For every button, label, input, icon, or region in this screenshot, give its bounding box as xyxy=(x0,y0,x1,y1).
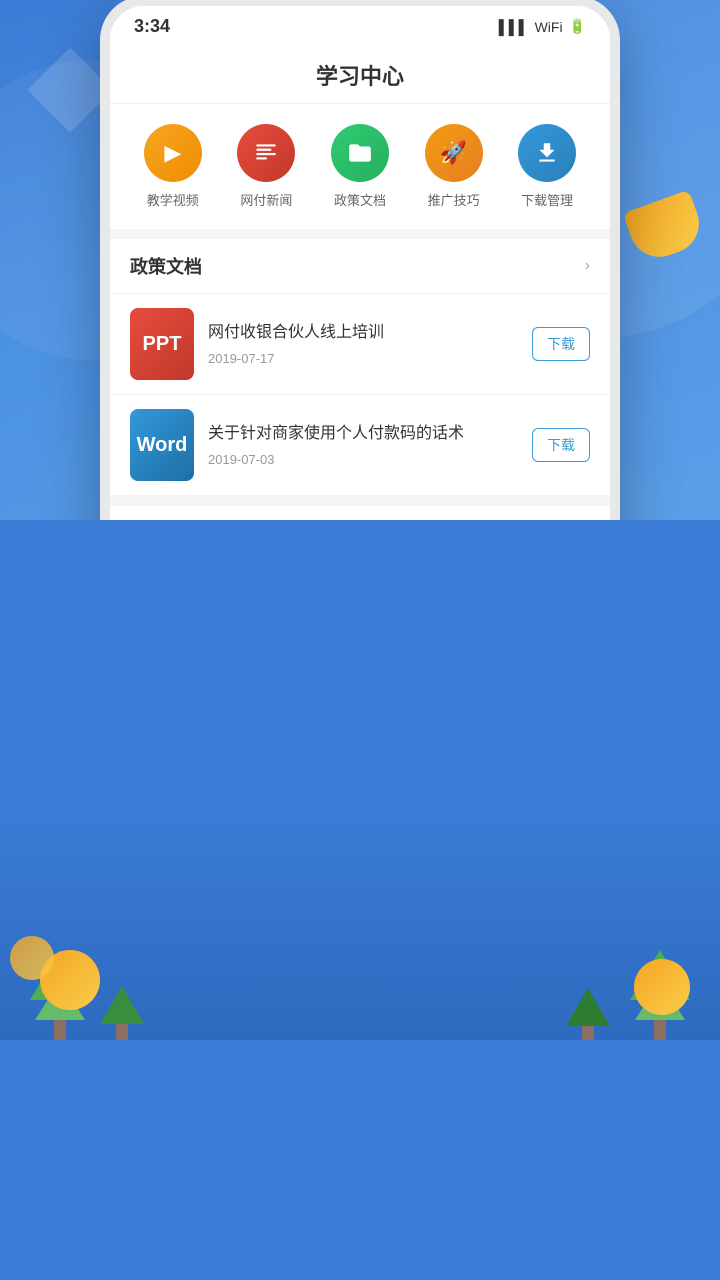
icon-item-promote[interactable]: 🚀 推广技巧 xyxy=(425,124,483,209)
promote-icon-circle: 🚀 xyxy=(425,124,483,182)
policy-label: 政策文档 xyxy=(334,190,386,209)
ppt-info: 网付收银合伙人线上培训 2019-07-17 xyxy=(208,322,518,365)
word-icon: Word xyxy=(130,409,194,481)
word-title: 关于针对商家使用个人付款码的话术 xyxy=(208,423,518,445)
icon-item-video[interactable]: ▶ 教学视频 xyxy=(144,124,202,209)
coin-left-2 xyxy=(10,936,54,980)
ppt-title: 网付收银合伙人线上培训 xyxy=(208,322,518,344)
wifi-icon: WiFi xyxy=(535,19,563,35)
icon-grid: ▶ 教学视频 网付新闻 政策文档 xyxy=(110,104,610,229)
policy-arrow-icon: › xyxy=(585,257,590,275)
phone-frame: 3:34 ▌▌▌ WiFi 🔋 学习中心 ▶ 教学视频 xyxy=(100,0,620,520)
document-ppt-item[interactable]: PPT 网付收银合伙人线上培训 2019-07-17 下载 xyxy=(110,294,610,395)
tree-left-2 xyxy=(100,986,144,1040)
status-bar: 3:34 ▌▌▌ WiFi 🔋 xyxy=(110,6,610,43)
app-content: 学习中心 ▶ 教学视频 网付新闻 xyxy=(110,43,610,520)
hero-section: 一次学习 先人一步 必要的学习是成功的捷径 3:34 ▌▌▌ WiFi 🔋 学习… xyxy=(0,0,720,520)
news-section: 网付新闻 › 网付专帮贷2.0上线 为合作商户解决经营贷款需求 网付专帮贷2.0… xyxy=(110,506,610,520)
news-section-header[interactable]: 网付新闻 › xyxy=(110,506,610,520)
ppt-date: 2019-07-17 xyxy=(208,351,518,366)
battery-icon: 🔋 xyxy=(569,18,586,35)
phone-mockup: 3:34 ▌▌▌ WiFi 🔋 学习中心 ▶ 教学视频 xyxy=(100,0,620,520)
word-info: 关于针对商家使用个人付款码的话术 2019-07-03 xyxy=(208,423,518,466)
app-title: 学习中心 xyxy=(316,64,404,89)
news-label: 网付新闻 xyxy=(240,190,292,209)
icon-item-news[interactable]: 网付新闻 xyxy=(237,124,295,209)
video-icon-circle: ▶ xyxy=(144,124,202,182)
icon-item-download[interactable]: 下载管理 xyxy=(518,124,576,209)
policy-section-header[interactable]: 政策文档 › xyxy=(110,239,610,294)
ppt-download-button[interactable]: 下载 xyxy=(532,327,590,361)
policy-section: 政策文档 › PPT 网付收银合伙人线上培训 2019-07-17 下载 xyxy=(110,239,610,496)
policy-icon-circle xyxy=(331,124,389,182)
download-icon-circle xyxy=(518,124,576,182)
tree-right-2 xyxy=(566,988,610,1040)
status-time: 3:34 xyxy=(134,16,170,37)
status-icons: ▌▌▌ WiFi 🔋 xyxy=(499,18,586,35)
word-date: 2019-07-03 xyxy=(208,452,518,467)
download-label: 下载管理 xyxy=(521,190,573,209)
word-download-button[interactable]: 下载 xyxy=(532,428,590,462)
promote-label: 推广技巧 xyxy=(428,190,480,209)
policy-section-title: 政策文档 xyxy=(130,253,202,279)
icon-item-policy[interactable]: 政策文档 xyxy=(331,124,389,209)
app-header: 学习中心 xyxy=(110,43,610,104)
ppt-icon: PPT xyxy=(130,308,194,380)
coin-right-1 xyxy=(634,959,690,1015)
signal-icon: ▌▌▌ xyxy=(499,19,529,35)
bottom-scene xyxy=(0,820,720,1040)
video-label: 教学视频 xyxy=(147,190,199,209)
news-icon-circle xyxy=(237,124,295,182)
document-word-item[interactable]: Word 关于针对商家使用个人付款码的话术 2019-07-03 下载 xyxy=(110,395,610,496)
